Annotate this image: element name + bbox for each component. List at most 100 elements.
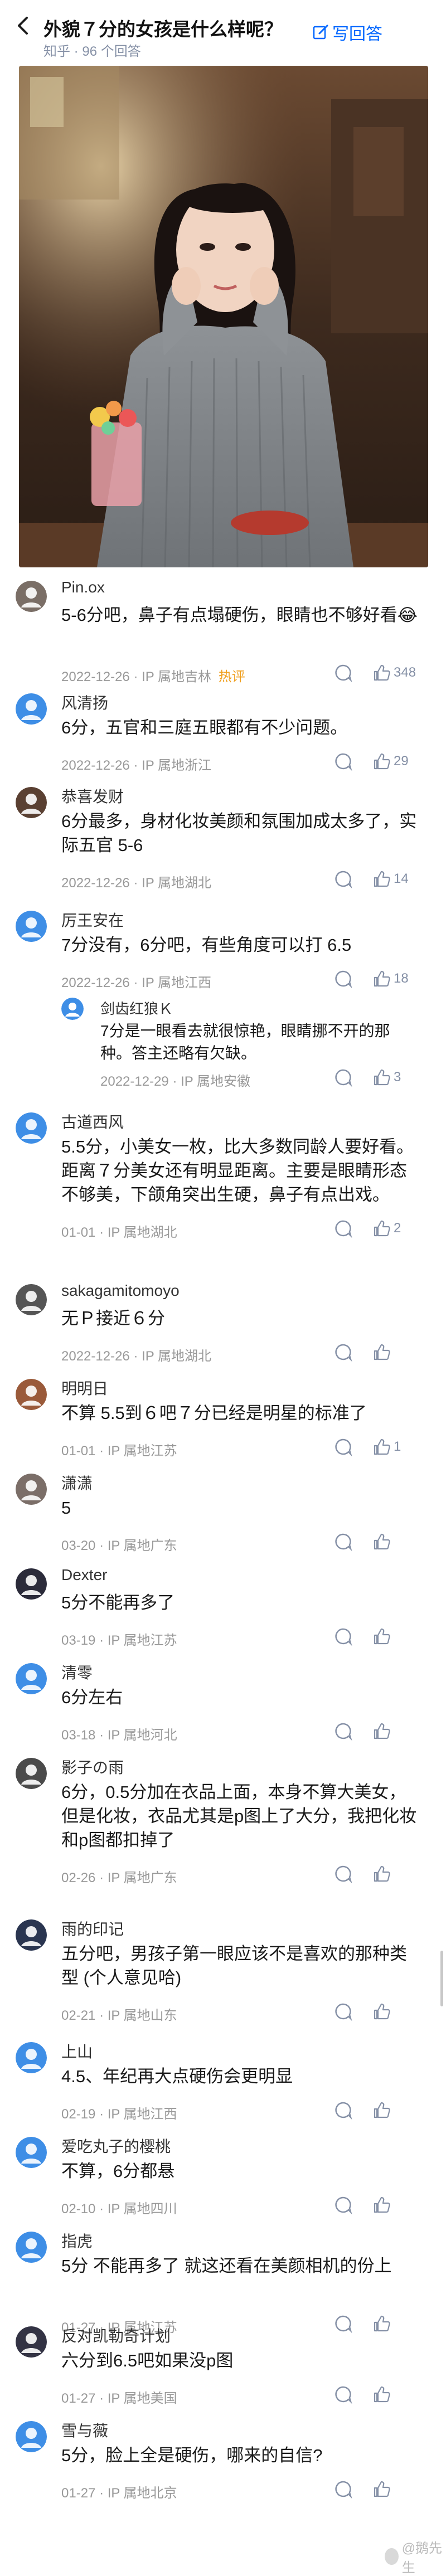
comment-avatar[interactable] (16, 1663, 47, 1694)
comment-author[interactable]: 反对凯勒奇计划 (61, 2324, 171, 2346)
comment-reply-icon[interactable] (333, 969, 352, 988)
write-answer-label: 写回答 (332, 25, 382, 43)
comment-avatar[interactable] (16, 1919, 47, 1951)
comment-text: 5分，脸上全是硬伤，哪来的自信? (61, 2446, 323, 2465)
comment-reply-icon[interactable] (333, 2195, 352, 2214)
dot-separator: · (99, 2008, 108, 2023)
comment-meta: 02-26 · IP 属地广东 (61, 1867, 177, 1886)
comment-reply-icon[interactable] (333, 752, 352, 771)
comment-like-button[interactable]: 18 (372, 969, 409, 988)
comment-meta: 02-10 · IP 属地四川 (61, 2198, 177, 2217)
comment-author[interactable]: 古道西风 (61, 1110, 124, 1133)
comment-author[interactable]: 潇潇 (61, 1471, 93, 1494)
comment-author[interactable]: Dexter (61, 1566, 107, 1584)
comment-author[interactable]: 厉王安在 (61, 908, 124, 931)
comment-date: 2022-12-26 (61, 876, 130, 891)
comment-reply-icon[interactable] (333, 869, 352, 888)
back-arrow-icon[interactable] (12, 14, 35, 37)
comment-author-name: Pin.ox (61, 579, 105, 596)
comment-avatar[interactable] (16, 2326, 47, 2358)
comment-author[interactable]: sakagamitomoyo (61, 1282, 180, 1300)
comment-author[interactable]: 雪与薇 (61, 2419, 108, 2441)
comment-author[interactable]: 影子の雨 (61, 1756, 124, 1778)
dot-separator: · (99, 2391, 108, 2406)
comment-meta: 01-01 · IP 属地湖北 (61, 1221, 177, 1241)
comment-like-button[interactable]: 1 (372, 1437, 401, 1456)
comment-like-button[interactable] (372, 1627, 394, 1646)
comment-like-button[interactable] (372, 2385, 394, 2404)
scrollbar[interactable] (440, 1951, 443, 2006)
comment-like-button[interactable] (372, 2480, 394, 2499)
comment-avatar[interactable] (16, 1112, 47, 1144)
comment-avatar[interactable] (16, 1474, 47, 1505)
dot-separator: · (133, 669, 142, 684)
comment-author[interactable]: 明明日 (61, 1377, 108, 1399)
comment-author[interactable]: 雨的印记 (61, 1917, 124, 1940)
comment-like-button[interactable] (372, 1343, 394, 1362)
comment-avatar[interactable] (16, 2232, 47, 2263)
thumb-up-icon (374, 2003, 390, 2020)
comment-text: 6分左右 (61, 1688, 123, 1707)
reply-avatar[interactable] (61, 998, 84, 1020)
comment-meta: 2022-12-26 · IP 属地湖北 (61, 1345, 211, 1364)
comment-avatar[interactable] (16, 1379, 47, 1410)
comment-reply-icon[interactable] (333, 1343, 352, 1362)
comment-reply-icon[interactable] (333, 1864, 352, 1883)
comment-reply-icon[interactable] (333, 663, 352, 682)
comment-reply-icon[interactable] (333, 1532, 352, 1551)
comment-like-button[interactable]: 29 (372, 752, 409, 771)
comment-avatar[interactable] (16, 693, 47, 725)
dot-separator: · (133, 758, 142, 773)
comment-author[interactable]: 指虎 (61, 2229, 93, 2252)
comment-author[interactable]: 爱吃丸子的樱桃 (61, 2135, 171, 2157)
comment-reply-icon[interactable] (333, 1437, 352, 1456)
comment-author[interactable]: 恭喜发财 (61, 785, 124, 807)
comment-avatar[interactable] (16, 2137, 47, 2168)
comment-author[interactable]: 清零 (61, 1661, 93, 1683)
question-title[interactable]: 外貌７分的女孩是什么样呢？ (43, 14, 283, 41)
comment-avatar[interactable] (16, 787, 47, 818)
comment-author-name: sakagamitomoyo (61, 1282, 180, 1299)
comment-like-button[interactable] (372, 1532, 394, 1551)
comment-avatar[interactable] (16, 1284, 47, 1315)
comment-text: 六分到6.5吧如果没p图 (61, 2351, 234, 2370)
comment-meta: 2022-12-26 · IP 属地吉林 热评 (61, 665, 245, 685)
comment-reply-icon[interactable] (333, 1627, 352, 1646)
comment-like-button[interactable] (372, 2195, 394, 2214)
comment-like-button[interactable]: 348 (372, 663, 416, 682)
comment-like-button[interactable] (372, 1864, 394, 1883)
reply-author[interactable]: 剑齿红狼Ｋ (100, 998, 173, 1018)
comment-meta: 03-19 · IP 属地江苏 (61, 1629, 177, 1649)
comment-avatar[interactable] (16, 1568, 47, 1600)
comment-location: IP 属地美国 (107, 2391, 177, 2406)
write-answer-button[interactable]: 写回答 (312, 20, 382, 45)
reply-like-count: 3 (394, 1070, 401, 1085)
comment-like-button[interactable]: 14 (372, 869, 409, 888)
comment-reply-icon[interactable] (333, 2002, 352, 2021)
comment-avatar[interactable] (16, 2421, 47, 2452)
answer-count: 96 个回答 (82, 44, 141, 59)
comment-avatar[interactable] (16, 581, 47, 612)
comment-reply-icon[interactable] (333, 1722, 352, 1741)
comment-reply-icon[interactable] (333, 2385, 352, 2404)
comment-avatar[interactable] (16, 1758, 47, 1789)
comment-author[interactable]: 上山 (61, 2040, 93, 2062)
comment-reply-icon[interactable] (333, 2314, 352, 2333)
comment-like-button[interactable] (372, 2101, 394, 2120)
comment-reply-icon[interactable] (333, 2101, 352, 2120)
comment-like-button[interactable]: 2 (372, 1219, 401, 1238)
comment-location: IP 属地四川 (107, 2201, 177, 2217)
comment-avatar[interactable] (16, 911, 47, 942)
comment-like-button[interactable] (372, 2002, 394, 2021)
comment-like-button[interactable] (372, 2314, 394, 2333)
comment-author[interactable]: Pin.ox (61, 579, 105, 596)
comment-author[interactable]: 风清扬 (61, 691, 108, 713)
dot-separator: · (133, 876, 142, 891)
comment-like-button[interactable] (372, 1722, 394, 1741)
reply-comment-icon[interactable] (333, 1068, 352, 1087)
answer-photo (19, 66, 428, 567)
reply-like-button[interactable]: 3 (372, 1068, 401, 1087)
comment-reply-icon[interactable] (333, 2480, 352, 2499)
comment-reply-icon[interactable] (333, 1219, 352, 1238)
comment-avatar[interactable] (16, 2042, 47, 2073)
